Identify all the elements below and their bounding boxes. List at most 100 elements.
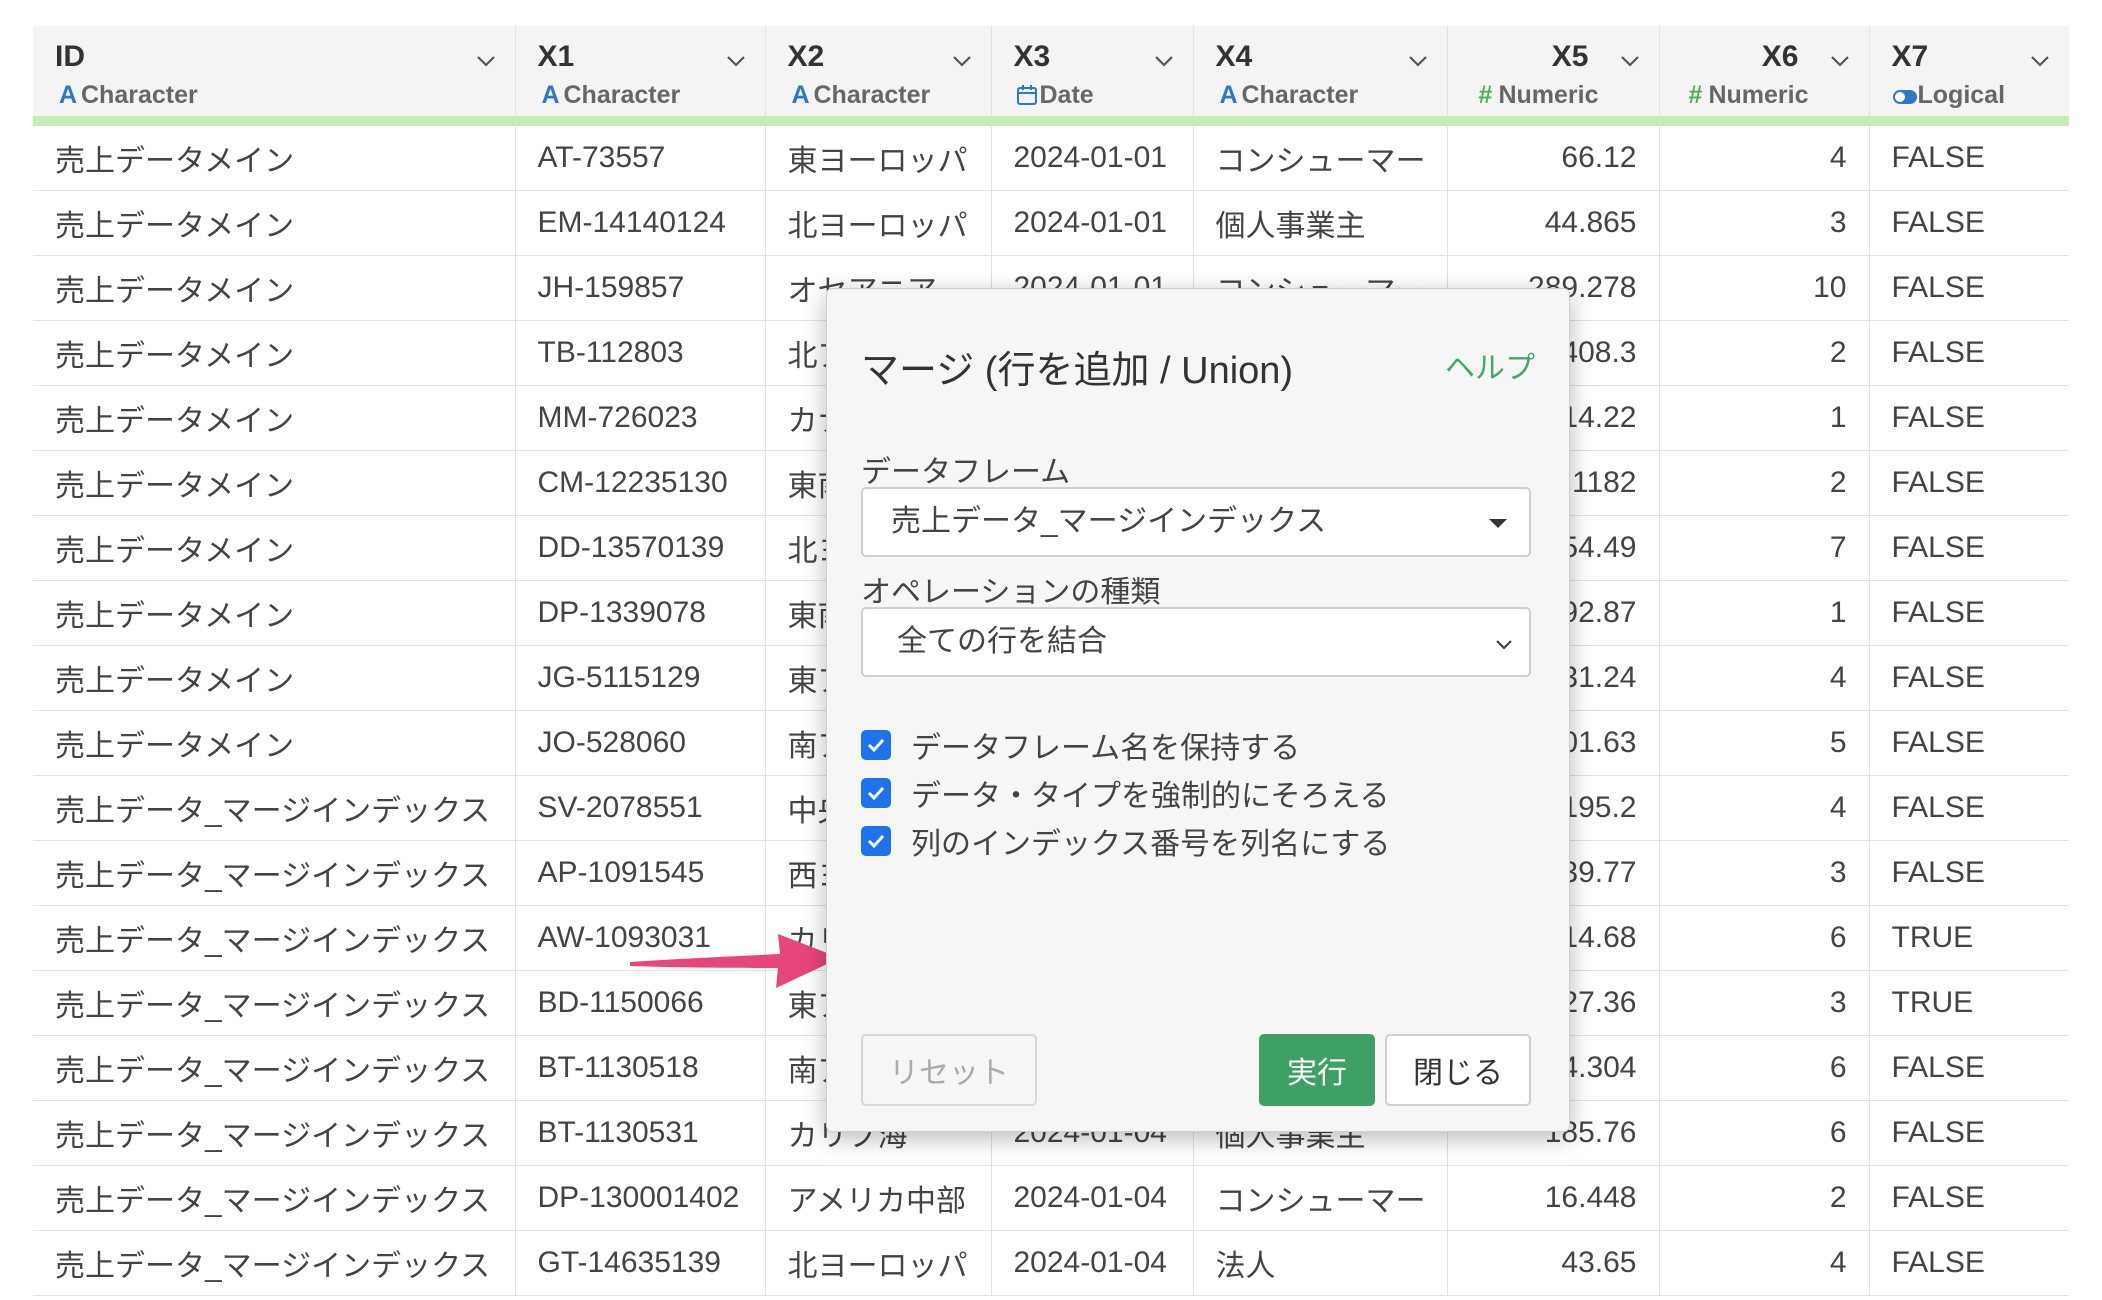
table-cell-x7[interactable]: FALSE (1869, 645, 2069, 711)
chevron-down-icon[interactable] (723, 48, 749, 74)
table-cell-x7[interactable]: FALSE (1869, 255, 2069, 321)
table-cell-x7[interactable]: FALSE (1869, 840, 2069, 906)
table-cell-x1[interactable]: GT-14635139 (515, 1230, 766, 1296)
table-cell-x5[interactable]: 44.865 (1447, 190, 1660, 256)
chevron-down-icon[interactable] (1405, 48, 1431, 74)
table-cell-x2[interactable]: 北ヨーロッパ (765, 1230, 992, 1296)
table-cell-x5[interactable]: 16.448 (1447, 1165, 1660, 1231)
table-cell-x1[interactable]: DP-1339078 (515, 580, 766, 646)
column-header-x7[interactable]: X7 Logical (1869, 26, 2069, 126)
table-cell-x7[interactable]: TRUE (1869, 970, 2069, 1036)
table-cell-id[interactable]: 売上データメイン (33, 190, 516, 256)
table-cell-id[interactable]: 売上データ_マージインデックス (33, 1165, 516, 1231)
table-cell-x4[interactable]: 法人 (1193, 1230, 1448, 1296)
column-header-x1[interactable]: X1 A Character (515, 26, 766, 126)
table-cell-x1[interactable]: SV-2078551 (515, 775, 766, 841)
table-cell-x3[interactable]: 2024-01-01 (991, 190, 1194, 256)
help-link[interactable]: ヘルプ (1445, 343, 1535, 387)
table-cell-x7[interactable]: FALSE (1869, 1100, 2069, 1166)
table-cell-x1[interactable]: AP-1091545 (515, 840, 766, 906)
table-cell-x6[interactable]: 2 (1659, 320, 1870, 386)
table-cell-x3[interactable]: 2024-01-04 (991, 1230, 1194, 1296)
chevron-down-icon[interactable] (1151, 48, 1177, 74)
column-header-id[interactable]: ID A Character (33, 26, 516, 126)
chevron-down-icon[interactable] (949, 48, 975, 74)
table-cell-x1[interactable]: AT-73557 (515, 121, 766, 191)
table-cell-x3[interactable]: 2024-01-01 (991, 121, 1194, 191)
table-cell-x7[interactable]: FALSE (1869, 121, 2069, 191)
table-cell-x3[interactable]: 2024-01-04 (991, 1165, 1194, 1231)
chevron-down-icon[interactable] (2027, 48, 2053, 74)
table-cell-x1[interactable]: DP-130001402 (515, 1165, 766, 1231)
table-cell-x6[interactable]: 6 (1659, 1035, 1870, 1101)
table-cell-id[interactable]: 売上データメイン (33, 710, 516, 776)
table-cell-id[interactable]: 売上データメイン (33, 450, 516, 516)
table-cell-id[interactable]: 売上データメイン (33, 645, 516, 711)
chevron-down-icon[interactable] (473, 48, 499, 74)
table-cell-x7[interactable]: FALSE (1869, 1165, 2069, 1231)
keep-dataframe-name-checkbox[interactable]: データフレーム名を保持する (861, 725, 1300, 765)
table-cell-x1[interactable]: JH-159857 (515, 255, 766, 321)
table-cell-x2[interactable]: 東ヨーロッパ (765, 121, 992, 191)
table-cell-id[interactable]: 売上データ_マージインデックス (33, 1035, 516, 1101)
operation-type-select[interactable]: 全ての行を結合 (861, 607, 1531, 677)
chevron-down-icon[interactable] (1617, 48, 1643, 74)
table-cell-x7[interactable]: FALSE (1869, 320, 2069, 386)
table-cell-x7[interactable]: TRUE (1869, 905, 2069, 971)
table-cell-x1[interactable]: DD-13570139 (515, 515, 766, 581)
table-cell-x6[interactable]: 4 (1659, 1230, 1870, 1296)
table-cell-x7[interactable]: FALSE (1869, 710, 2069, 776)
index-as-column-name-checkbox[interactable]: 列のインデックス番号を列名にする (861, 821, 1390, 861)
table-cell-x2[interactable]: 北ヨーロッパ (765, 190, 992, 256)
table-cell-x4[interactable]: 個人事業主 (1193, 190, 1448, 256)
table-cell-id[interactable]: 売上データ_マージインデックス (33, 905, 516, 971)
table-cell-id[interactable]: 売上データ_マージインデックス (33, 1230, 516, 1296)
table-cell-x7[interactable]: FALSE (1869, 385, 2069, 451)
table-cell-id[interactable]: 売上データメイン (33, 580, 516, 646)
table-cell-id[interactable]: 売上データメイン (33, 515, 516, 581)
table-cell-x1[interactable]: BT-1130518 (515, 1035, 766, 1101)
reset-button[interactable]: リセット (861, 1034, 1037, 1106)
column-header-x5[interactable]: X5 # Numeric (1447, 26, 1660, 126)
table-cell-x6[interactable]: 1 (1659, 580, 1870, 646)
close-button[interactable]: 閉じる (1385, 1034, 1531, 1106)
table-cell-x6[interactable]: 1 (1659, 385, 1870, 451)
table-cell-x7[interactable]: FALSE (1869, 515, 2069, 581)
column-header-x6[interactable]: X6 # Numeric (1659, 26, 1870, 126)
table-cell-id[interactable]: 売上データ_マージインデックス (33, 970, 516, 1036)
table-cell-x6[interactable]: 4 (1659, 645, 1870, 711)
table-cell-id[interactable]: 売上データメイン (33, 320, 516, 386)
table-cell-x1[interactable]: MM-726023 (515, 385, 766, 451)
table-cell-id[interactable]: 売上データ_マージインデックス (33, 840, 516, 906)
table-cell-x6[interactable]: 3 (1659, 840, 1870, 906)
table-cell-x6[interactable]: 6 (1659, 1100, 1870, 1166)
force-type-match-checkbox[interactable]: データ・タイプを強制的にそろえる (861, 773, 1390, 813)
table-cell-x7[interactable]: FALSE (1869, 190, 2069, 256)
table-cell-x6[interactable]: 3 (1659, 970, 1870, 1036)
table-cell-x7[interactable]: FALSE (1869, 1230, 2069, 1296)
table-cell-x6[interactable]: 3 (1659, 190, 1870, 256)
table-cell-x7[interactable]: FALSE (1869, 580, 2069, 646)
checkbox-checked-icon[interactable] (861, 826, 891, 856)
table-cell-id[interactable]: 売上データ_マージインデックス (33, 775, 516, 841)
table-cell-id[interactable]: 売上データ_マージインデックス (33, 1100, 516, 1166)
table-cell-x1[interactable]: TB-112803 (515, 320, 766, 386)
column-header-x4[interactable]: X4 A Character (1193, 26, 1448, 126)
table-cell-x4[interactable]: コンシューマー (1193, 121, 1448, 191)
column-header-x3[interactable]: X3 Date (991, 26, 1194, 126)
chevron-down-icon[interactable] (1827, 48, 1853, 74)
table-cell-x1[interactable]: EM-14140124 (515, 190, 766, 256)
table-cell-x6[interactable]: 4 (1659, 775, 1870, 841)
table-cell-x7[interactable]: FALSE (1869, 1035, 2069, 1101)
column-header-x2[interactable]: X2 A Character (765, 26, 992, 126)
table-cell-id[interactable]: 売上データメイン (33, 385, 516, 451)
table-cell-id[interactable]: 売上データメイン (33, 121, 516, 191)
table-cell-x1[interactable]: CM-12235130 (515, 450, 766, 516)
table-cell-x1[interactable]: BT-1130531 (515, 1100, 766, 1166)
table-cell-x6[interactable]: 5 (1659, 710, 1870, 776)
table-cell-x7[interactable]: FALSE (1869, 775, 2069, 841)
table-cell-x6[interactable]: 2 (1659, 1165, 1870, 1231)
table-cell-id[interactable]: 売上データメイン (33, 255, 516, 321)
table-cell-x1[interactable]: JO-528060 (515, 710, 766, 776)
table-cell-x5[interactable]: 66.12 (1447, 121, 1660, 191)
